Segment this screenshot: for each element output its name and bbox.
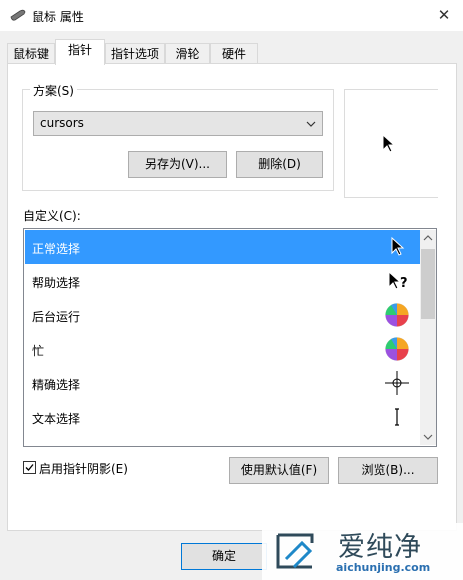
custom-label: 自定义(C):	[23, 209, 81, 223]
list-item[interactable]: 正常选择	[25, 230, 420, 264]
list-item[interactable]: 文本选择	[25, 400, 420, 434]
cursor-preview	[344, 89, 438, 198]
list-scrollbar[interactable]	[420, 230, 436, 445]
scheme-dropdown-value: cursors	[40, 116, 84, 130]
scroll-thumb[interactable]	[421, 249, 435, 319]
use-default-button[interactable]: 使用默认值(F)	[229, 457, 329, 484]
arrow-cursor-icon	[382, 134, 396, 153]
ok-button[interactable]: 确定	[181, 543, 267, 570]
svg-text:?: ?	[400, 276, 408, 291]
arrow-cursor-icon	[391, 236, 405, 256]
busy-wheel-icon	[385, 303, 409, 327]
list-item-label: 文本选择	[32, 412, 81, 426]
list-item[interactable]: 后台运行	[25, 298, 420, 332]
scroll-up-icon[interactable]	[420, 230, 436, 246]
delete-button[interactable]: 删除(D)	[236, 151, 323, 178]
watermark-logo-icon	[276, 533, 314, 569]
tab-wheel[interactable]: 滑轮	[165, 43, 210, 64]
list-item-label: 帮助选择	[32, 276, 81, 290]
tab-hardware[interactable]: 硬件	[210, 43, 258, 64]
window-title: 鼠标 属性	[32, 10, 84, 24]
browse-button[interactable]: 浏览(B)...	[338, 457, 438, 484]
list-item-label: 后台运行	[32, 310, 81, 324]
save-as-button[interactable]: 另存为(V)...	[128, 151, 227, 178]
help-cursor-icon: ?	[388, 270, 408, 291]
tab-pointers[interactable]: 指针	[55, 39, 105, 65]
checkmark-icon	[25, 464, 34, 471]
list-item[interactable]: 忙	[25, 332, 420, 366]
scroll-down-icon[interactable]	[420, 429, 436, 445]
title-bar: 鼠标 属性 ✕	[0, 0, 463, 31]
close-button[interactable]: ✕	[432, 4, 456, 26]
list-item-label: 精确选择	[32, 378, 81, 392]
pointer-shadow-checkbox[interactable]	[23, 461, 36, 474]
pointer-shadow-label: 启用指针阴影(E)	[39, 462, 128, 476]
list-item-label: 忙	[32, 344, 45, 358]
scheme-dropdown[interactable]: cursors	[33, 111, 323, 136]
ibeam-cursor-icon	[395, 408, 399, 426]
tab-pointer-options[interactable]: 指针选项	[105, 43, 165, 64]
watermark: 爱纯净 aichunjing.com	[262, 523, 463, 580]
watermark-text: 爱纯净	[338, 532, 422, 563]
watermark-url: aichunjing.com	[336, 561, 431, 574]
busy-wheel-icon	[385, 337, 409, 361]
mouse-icon	[10, 9, 26, 21]
list-item[interactable]: 精确选择	[25, 366, 420, 400]
list-item[interactable]: 帮助选择 ?	[25, 264, 420, 298]
tab-buttons[interactable]: 鼠标键	[7, 43, 55, 64]
crosshair-cursor-icon	[385, 371, 409, 395]
chevron-down-icon	[306, 121, 316, 127]
list-item-label: 正常选择	[32, 242, 81, 256]
scheme-group-label: 方案(S)	[30, 82, 77, 99]
cursor-list[interactable]: 正常选择 帮助选择 ? 后台运行 忙 精确选择 文本选择	[23, 228, 437, 447]
